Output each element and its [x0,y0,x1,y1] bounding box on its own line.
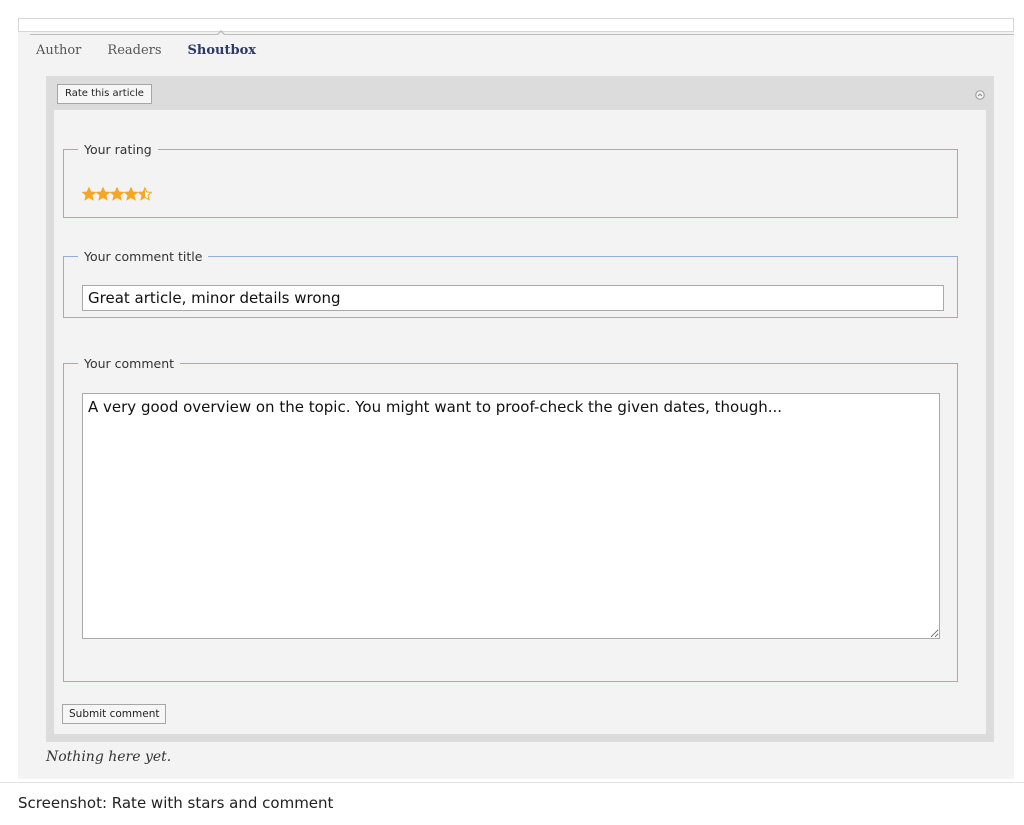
submit-comment-button[interactable]: Submit comment [62,704,167,724]
circle-collapse-icon[interactable] [975,85,985,100]
star-icon[interactable] [110,187,124,201]
rate-article-button[interactable]: Rate this article [57,84,152,104]
comment-fieldset: Your comment [63,356,958,682]
star-rating[interactable] [82,187,152,201]
caption-divider [0,782,1024,783]
comment-title-legend: Your comment title [84,249,203,264]
star-icon[interactable] [138,187,152,201]
comment-title-fieldset: Your comment title [63,249,958,318]
star-icon[interactable] [124,187,138,201]
top-strip [18,18,1014,32]
panel-header: Rate this article [46,76,994,110]
star-icon[interactable] [82,187,96,201]
screenshot-caption: Screenshot: Rate with stars and comment [18,794,334,812]
panel-body: Your rating Your comment title Your comm… [54,110,986,734]
tabs-divider [30,34,1014,35]
star-icon[interactable] [96,187,110,201]
rating-legend: Your rating [84,142,152,157]
tab-shoutbox[interactable]: Shoutbox [188,43,256,58]
rating-fieldset: Your rating [63,142,958,218]
empty-note: Nothing here yet. [46,749,172,765]
tab-author[interactable]: Author [36,43,81,58]
page: Author Readers Shoutbox Rate this articl… [0,0,1024,825]
active-tab-pointer-inner [217,32,225,36]
tab-bar: Author Readers Shoutbox [36,43,282,58]
comment-legend: Your comment [84,356,175,371]
rating-panel: Rate this article Your rating Your comme… [46,76,994,742]
tab-readers[interactable]: Readers [107,43,161,58]
comment-title-input[interactable] [82,285,944,311]
comment-textarea[interactable] [82,393,940,639]
